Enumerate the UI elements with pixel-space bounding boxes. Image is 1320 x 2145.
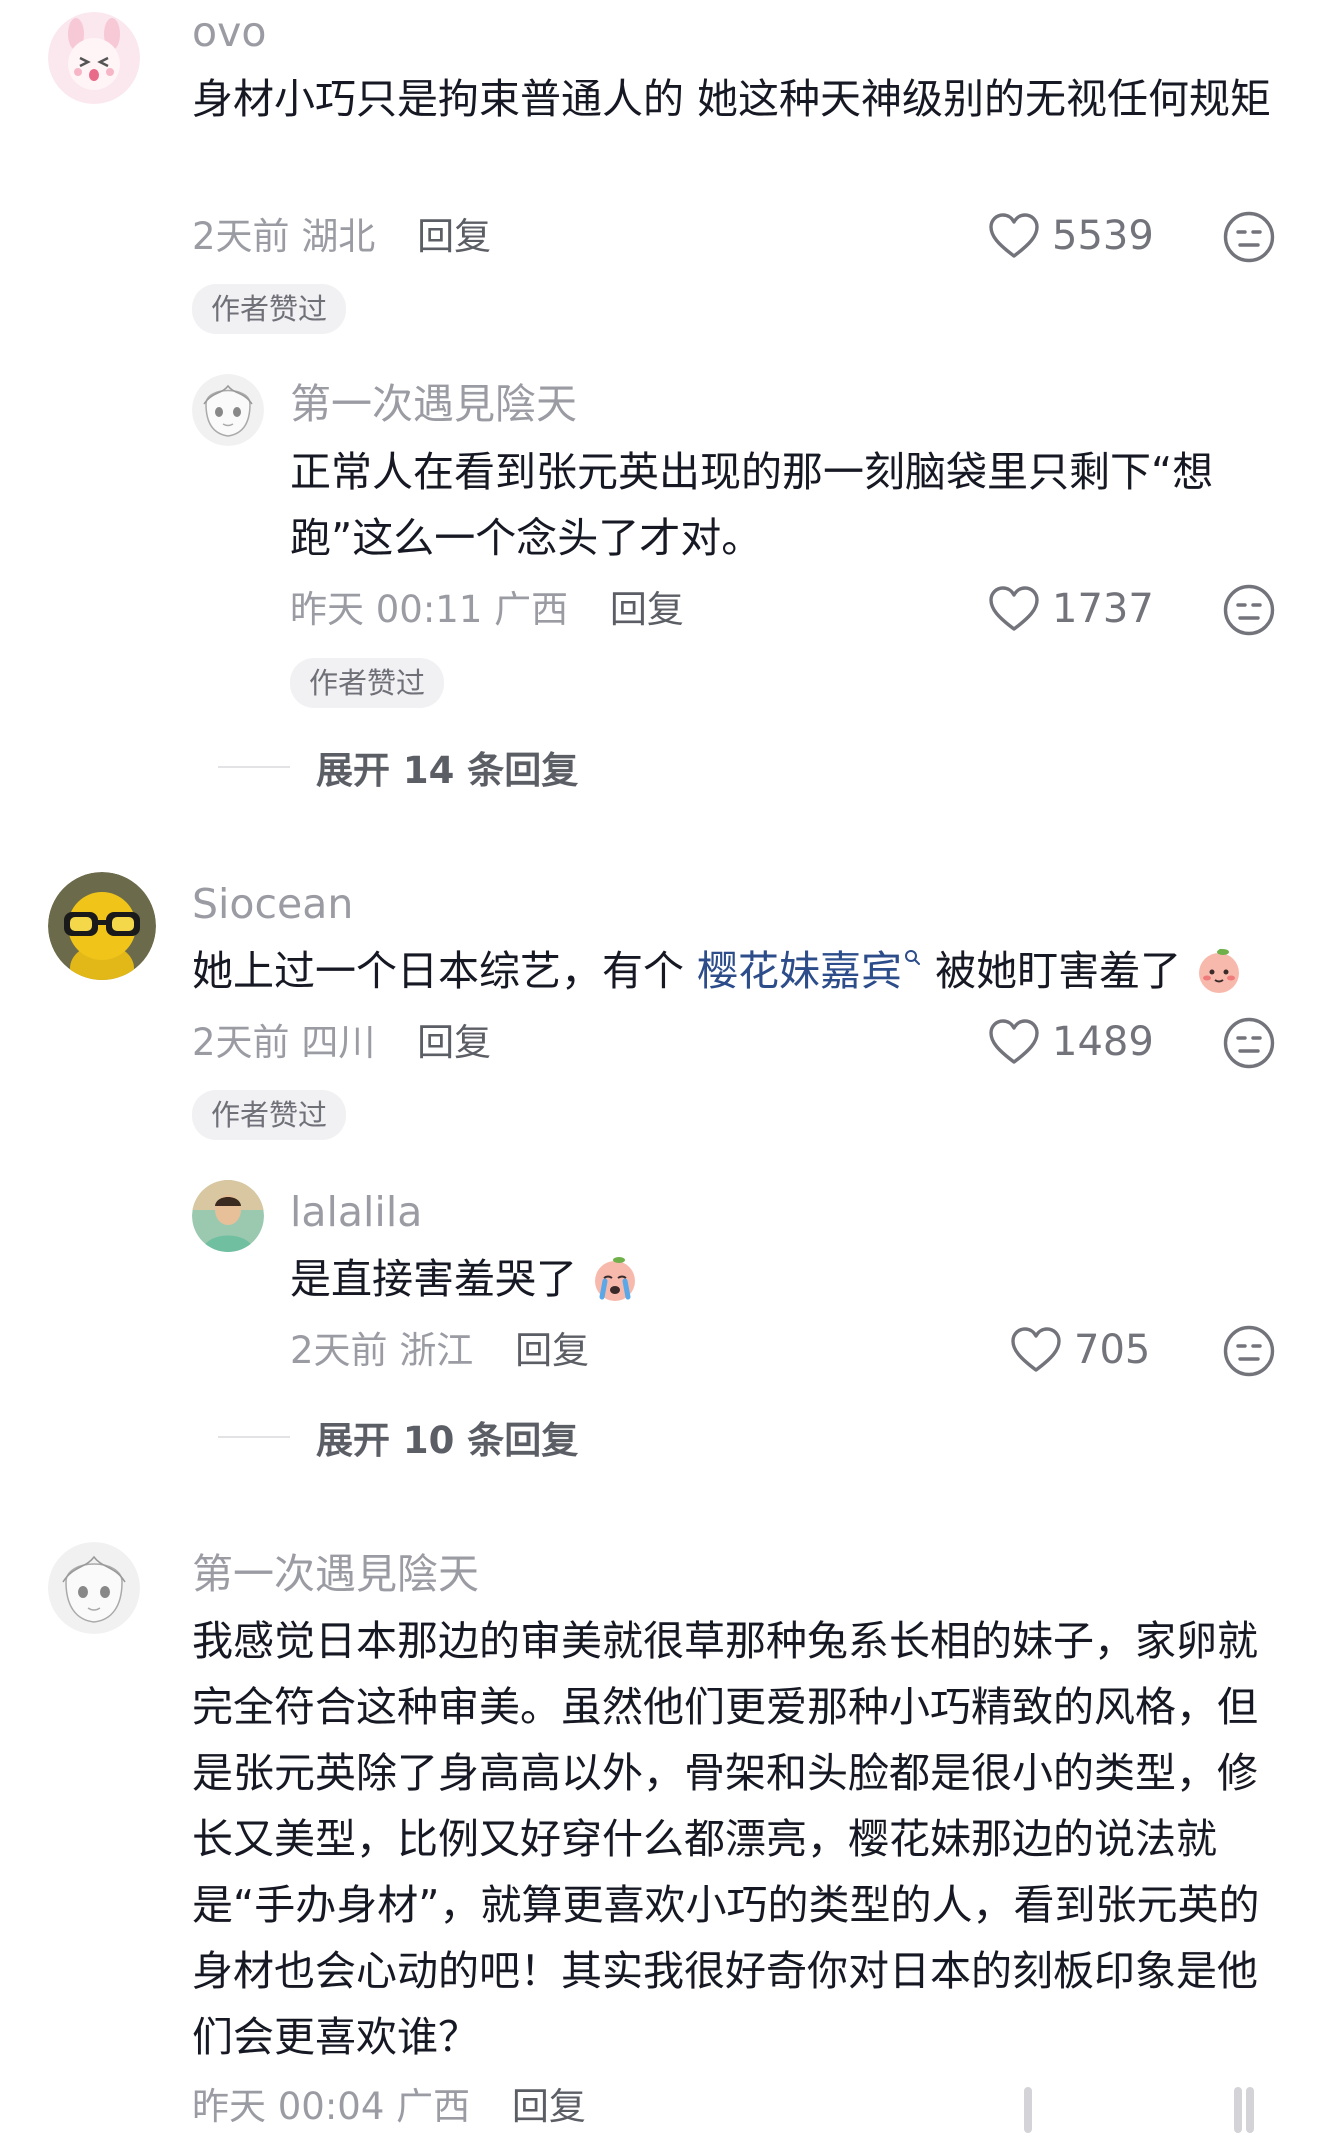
- divider-line: [218, 1436, 290, 1438]
- reply-button[interactable]: 回复: [417, 215, 491, 258]
- like-button[interactable]: 1489: [988, 1018, 1154, 1066]
- glasses-figure-avatar-icon: [48, 872, 156, 980]
- reply-button[interactable]: 回复: [610, 588, 684, 631]
- like-button[interactable]: 1737: [988, 585, 1154, 633]
- watermark-bar: [1024, 2087, 1032, 2133]
- comment-text: 正常人在看到张元英出现的那一刻脑袋里只剩下“想跑”这么一个念头了才对。: [290, 448, 1214, 562]
- watermark-bar: [1234, 2087, 1242, 2133]
- comment-text: 身材小巧只是拘束普通人的 她这种天神级别的无视任何规矩: [192, 75, 1272, 123]
- anime-sketch-avatar-icon: [192, 374, 264, 446]
- mention-link[interactable]: 樱花妹嘉宾: [697, 947, 922, 995]
- user-avatar[interactable]: [48, 12, 140, 104]
- dislike-face-icon[interactable]: [1222, 210, 1276, 264]
- like-count: 1489: [1052, 1019, 1154, 1065]
- like-count: 705: [1074, 1327, 1151, 1373]
- like-count: 5539: [1052, 213, 1154, 259]
- anime-bunny-avatar-icon: [48, 12, 140, 104]
- like-button[interactable]: 5539: [988, 212, 1154, 260]
- expand-replies-button[interactable]: 展开 14 条回复: [218, 740, 578, 794]
- divider-line: [218, 766, 290, 768]
- like-count: 1737: [1052, 586, 1154, 632]
- user-avatar[interactable]: [48, 872, 156, 980]
- user-avatar[interactable]: [192, 1180, 264, 1252]
- username[interactable]: 第一次遇見陰天: [290, 384, 577, 425]
- comment-meta: 2天前 浙江 回复: [290, 1332, 589, 1369]
- watermark-bar: [1246, 2087, 1254, 2133]
- mention-text: 樱花妹嘉宾: [697, 947, 903, 995]
- like-button[interactable]: 705: [1010, 1326, 1150, 1374]
- username[interactable]: lalalila: [290, 1192, 422, 1233]
- author-liked-badge: 作者赞过: [192, 1090, 347, 1140]
- comment-time: 2天前: [192, 1021, 290, 1064]
- username[interactable]: 第一次遇見陰天: [192, 1554, 479, 1595]
- comment-text: 我感觉日本那边的审美就很草那种兔系长相的妹子，家卵就完全符合这种审美。虽然他们更…: [192, 1617, 1260, 2061]
- dislike-face-icon[interactable]: [1222, 583, 1276, 637]
- comment-location: 湖北: [301, 215, 376, 258]
- comment-text-part: 她上过一个日本综艺，有个: [192, 947, 698, 995]
- comment-location: 广西: [396, 2085, 471, 2128]
- expand-replies-label: 展开 14 条回复: [316, 749, 579, 792]
- comment-text: 是直接害羞哭了: [290, 1246, 1190, 1312]
- author-liked-badge: 作者赞过: [290, 658, 445, 708]
- username[interactable]: Siocean: [192, 884, 353, 925]
- user-avatar[interactable]: [48, 1542, 140, 1634]
- comment-time: 2天前: [290, 1329, 388, 1372]
- anime-sketch-avatar-icon: [48, 1542, 140, 1634]
- reply-button[interactable]: 回复: [417, 1021, 491, 1064]
- heart-icon: [989, 1019, 1039, 1064]
- watermark-marks: [1020, 2087, 1320, 2137]
- comment-text: 她上过一个日本综艺，有个 樱花妹嘉宾 被她盯害羞了: [192, 938, 1292, 1004]
- heart-icon: [989, 586, 1039, 631]
- photo-avatar-icon: [192, 1180, 264, 1252]
- heart-icon: [1011, 1327, 1061, 1372]
- comment-meta: 2天前 四川 回复: [192, 1024, 491, 1061]
- comment-meta: 昨天 00:11 广西 回复: [290, 591, 684, 628]
- comment-time: 昨天 00:04: [192, 2085, 385, 2128]
- author-liked-badge: 作者赞过: [192, 284, 347, 334]
- crying-peach-emoji-icon: [595, 1257, 636, 1301]
- comment-location: 广西: [494, 588, 569, 631]
- expand-replies-button[interactable]: 展开 10 条回复: [218, 1410, 578, 1464]
- username[interactable]: ovo: [192, 12, 266, 53]
- dislike-face-icon[interactable]: [1222, 1016, 1276, 1070]
- comment-time: 2天前: [192, 215, 290, 258]
- comment-location: 四川: [301, 1021, 376, 1064]
- blushing-peach-emoji-icon: [1199, 948, 1240, 993]
- user-avatar[interactable]: [192, 374, 264, 446]
- reply-button[interactable]: 回复: [512, 2085, 586, 2128]
- reply-button[interactable]: 回复: [515, 1329, 589, 1372]
- comment-time: 昨天 00:11: [290, 588, 483, 631]
- comment-text-part: 是直接害羞哭了: [290, 1255, 577, 1303]
- heart-icon: [989, 213, 1039, 258]
- comment-meta: 昨天 00:04 广西 回复: [192, 2088, 586, 2125]
- expand-replies-label: 展开 10 条回复: [316, 1419, 579, 1462]
- dislike-face-icon[interactable]: [1222, 1324, 1276, 1378]
- search-icon: [905, 950, 921, 965]
- comment-location: 浙江: [399, 1329, 474, 1372]
- comment-text-part: 被她盯害羞了: [922, 947, 1182, 995]
- comment-meta: 2天前 湖北 回复: [192, 218, 491, 255]
